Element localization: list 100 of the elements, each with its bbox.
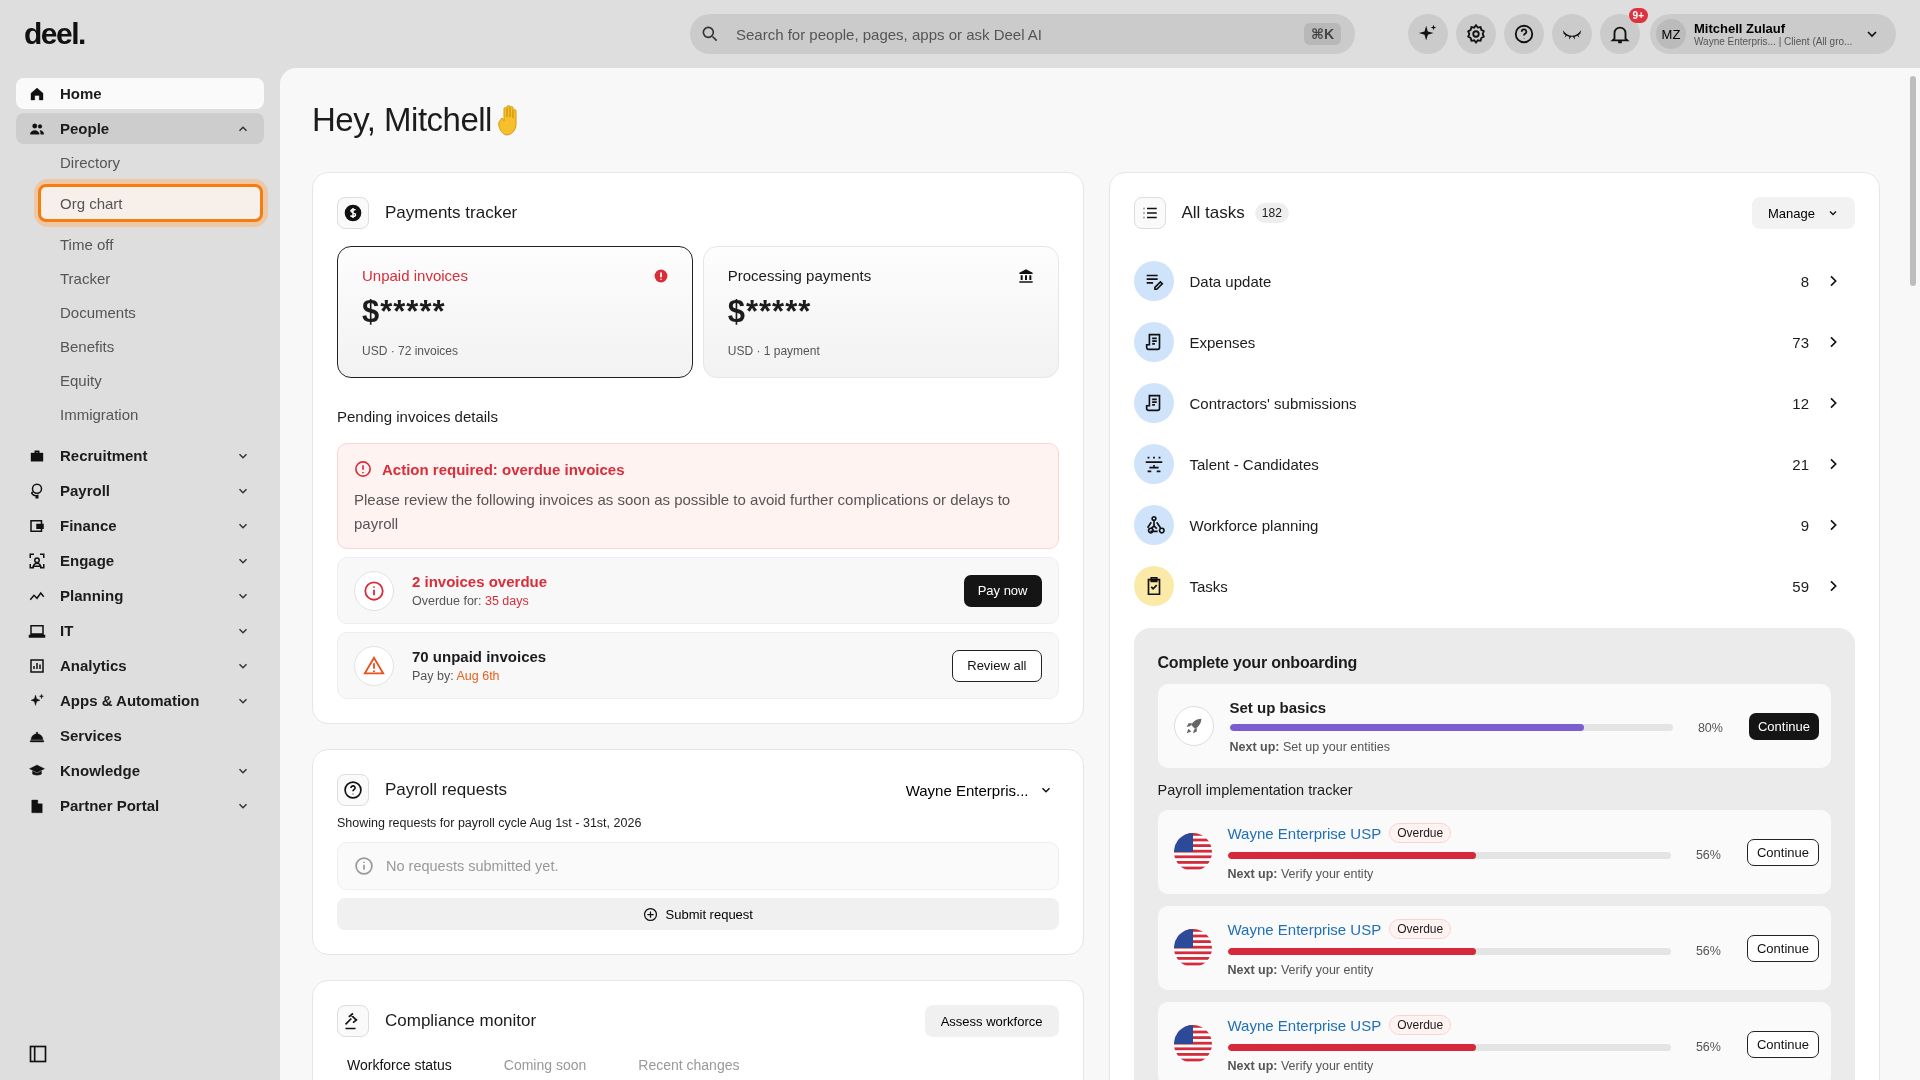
submit-request-button[interactable]: Submit request bbox=[337, 898, 1059, 930]
invoice-summary: 70 unpaid invoices bbox=[412, 648, 548, 665]
task-category-label: Data update bbox=[1189, 272, 1273, 290]
nav-icon bbox=[28, 796, 46, 815]
cycle-description: Showing requests for payroll cycle Aug 1st - 31st, 2026 bbox=[337, 816, 643, 830]
entity-dropdown[interactable]: Wayne Enterpris... bbox=[899, 780, 1059, 800]
entity-link[interactable]: Wayne Enterprise USP bbox=[1227, 920, 1382, 938]
invoice-summary: 2 invoices overdue bbox=[412, 573, 549, 590]
invoice-action-button[interactable]: Pay now bbox=[963, 574, 1042, 607]
detail-value: Aug 6th bbox=[456, 669, 500, 683]
assess-workforce-button[interactable]: Assess workforce bbox=[924, 1005, 1059, 1037]
settings-icon[interactable] bbox=[1456, 14, 1496, 54]
continue-button[interactable]: Continue bbox=[1746, 838, 1819, 866]
dollar-icon bbox=[337, 197, 369, 229]
closed-eye-icon[interactable] bbox=[1552, 14, 1592, 54]
tab[interactable]: Workforce status bbox=[347, 1057, 452, 1073]
next-step: Next up: Verify your entity bbox=[1227, 963, 1731, 977]
sidebar-toggle-icon[interactable] bbox=[28, 1044, 48, 1064]
task-category-label: Expenses bbox=[1189, 333, 1257, 351]
nav-subitem[interactable]: Equity bbox=[44, 363, 264, 397]
payment-tile[interactable]: Unpaid invoices $***** USD · 72 invoices bbox=[337, 246, 693, 378]
empty-message: No requests submitted yet. bbox=[386, 858, 559, 874]
shortcut-hint: ⌘K bbox=[1303, 23, 1341, 45]
task-category-count: 8 bbox=[1800, 272, 1809, 290]
continue-button[interactable]: Continue bbox=[1746, 1030, 1819, 1058]
nav-item[interactable]: Home bbox=[16, 78, 264, 109]
nav-subitem[interactable]: Benefits bbox=[44, 329, 264, 363]
tile-label: Unpaid invoices bbox=[362, 267, 468, 284]
nav-item[interactable]: Recruitment bbox=[16, 440, 264, 471]
payment-tile[interactable]: Processing payments $***** USD · 1 payment bbox=[702, 246, 1059, 378]
task-category-count: 9 bbox=[1800, 516, 1809, 534]
search-icon bbox=[700, 24, 720, 44]
search-field[interactable]: Search for people, pages, apps or ask Deel AI bbox=[734, 24, 1290, 44]
task-category-count: 21 bbox=[1792, 455, 1809, 473]
nav-item[interactable]: Finance bbox=[16, 510, 264, 541]
manage-dropdown[interactable]: Manage bbox=[1752, 197, 1855, 229]
deel-logo[interactable]: deel. bbox=[24, 17, 690, 51]
continue-button[interactable]: Continue bbox=[1746, 934, 1819, 962]
sparkle-icon[interactable] bbox=[1408, 14, 1448, 54]
progress-percent: 80% bbox=[1696, 720, 1723, 735]
next-step: Next up: Verify your entity bbox=[1227, 867, 1731, 881]
section-title: Pending invoices details bbox=[337, 408, 499, 425]
nav-item[interactable]: Partner Portal bbox=[16, 790, 264, 821]
hidden-amount: $***** bbox=[727, 294, 813, 330]
nav-item[interactable]: Apps & Automation bbox=[16, 685, 264, 716]
card-title: Payments tracker bbox=[385, 203, 518, 223]
warning-circle-icon bbox=[354, 460, 372, 478]
help-icon[interactable] bbox=[1504, 14, 1544, 54]
nav-subitem[interactable]: Immigration bbox=[44, 397, 264, 431]
task-category-row[interactable]: Talent - Candidates 21 bbox=[1133, 444, 1855, 484]
continue-button[interactable]: Continue bbox=[1748, 712, 1819, 740]
task-category-row[interactable]: Tasks 59 bbox=[1133, 566, 1855, 606]
tile-meta: USD · 1 payment bbox=[727, 344, 821, 358]
nav-item[interactable]: Payroll bbox=[16, 475, 264, 506]
us-flag-icon bbox=[1173, 1025, 1212, 1063]
step-title: Set up basics bbox=[1229, 698, 1328, 716]
card-title: Compliance monitor bbox=[385, 1011, 537, 1031]
info-icon bbox=[354, 570, 394, 611]
nav-subitem[interactable]: Time off bbox=[44, 227, 264, 261]
gavel-icon bbox=[337, 1005, 369, 1037]
nav-item[interactable]: Knowledge bbox=[16, 755, 264, 786]
plus-circle-icon bbox=[642, 906, 658, 922]
task-category-label: Tasks bbox=[1189, 577, 1229, 595]
task-category-row[interactable]: Data update 8 bbox=[1133, 261, 1855, 301]
help-icon bbox=[337, 774, 369, 806]
us-flag-icon bbox=[1173, 833, 1212, 871]
nav-item[interactable]: Analytics bbox=[16, 650, 264, 681]
nav-item[interactable]: Engage bbox=[16, 545, 264, 576]
task-category-count: 12 bbox=[1792, 394, 1809, 412]
bank-icon bbox=[1017, 267, 1034, 284]
nav-icon bbox=[28, 656, 46, 675]
task-category-row[interactable]: Workforce planning 9 bbox=[1133, 505, 1855, 545]
nav-item[interactable]: IT bbox=[16, 615, 264, 646]
nav-subitem[interactable]: Documents bbox=[44, 295, 264, 329]
alert-title: Action required: overdue invoices bbox=[382, 460, 625, 478]
entity-link[interactable]: Wayne Enterprise USP bbox=[1227, 824, 1382, 842]
nav-item[interactable]: Planning bbox=[16, 580, 264, 611]
task-count: 182 bbox=[1254, 203, 1289, 223]
notification-count: 9+ bbox=[1628, 8, 1648, 23]
task-category-count: 73 bbox=[1792, 333, 1809, 351]
task-category-count: 59 bbox=[1792, 577, 1809, 595]
nav-subitem[interactable]: Directory bbox=[44, 145, 264, 179]
task-category-row[interactable]: Expenses 73 bbox=[1133, 322, 1855, 362]
warning-icon bbox=[354, 645, 394, 686]
section-title: Payroll implementation tracker bbox=[1157, 782, 1354, 798]
profile-menu[interactable]: MZ Mitchell Zulauf Wayne Enterpris... | Client (All gro... bbox=[1650, 14, 1896, 54]
tile-meta: USD · 72 invoices bbox=[362, 344, 460, 358]
invoice-action-button[interactable]: Review all bbox=[952, 649, 1042, 682]
nav-subitem[interactable]: Org chart bbox=[38, 184, 263, 222]
search-bar[interactable]: Search for people, pages, apps or ask Deel AI ⌘K bbox=[690, 14, 1355, 54]
nav-item[interactable]: People bbox=[16, 113, 264, 144]
alert-message: Please review the following invoices as soon as possible to avoid further complications or delays to payroll bbox=[354, 490, 1012, 534]
progress-percent: 56% bbox=[1694, 848, 1721, 862]
status-badge: Overdue bbox=[1389, 919, 1452, 939]
nav-subitem[interactable]: Tracker bbox=[44, 261, 264, 295]
nav-item[interactable]: Services bbox=[16, 720, 264, 751]
entity-link[interactable]: Wayne Enterprise USP bbox=[1227, 1016, 1382, 1034]
next-step: Next up: Set up your entities bbox=[1229, 739, 1733, 754]
detail-label: Pay by: bbox=[412, 669, 454, 683]
task-category-row[interactable]: Contractors' submissions 12 bbox=[1133, 383, 1855, 423]
